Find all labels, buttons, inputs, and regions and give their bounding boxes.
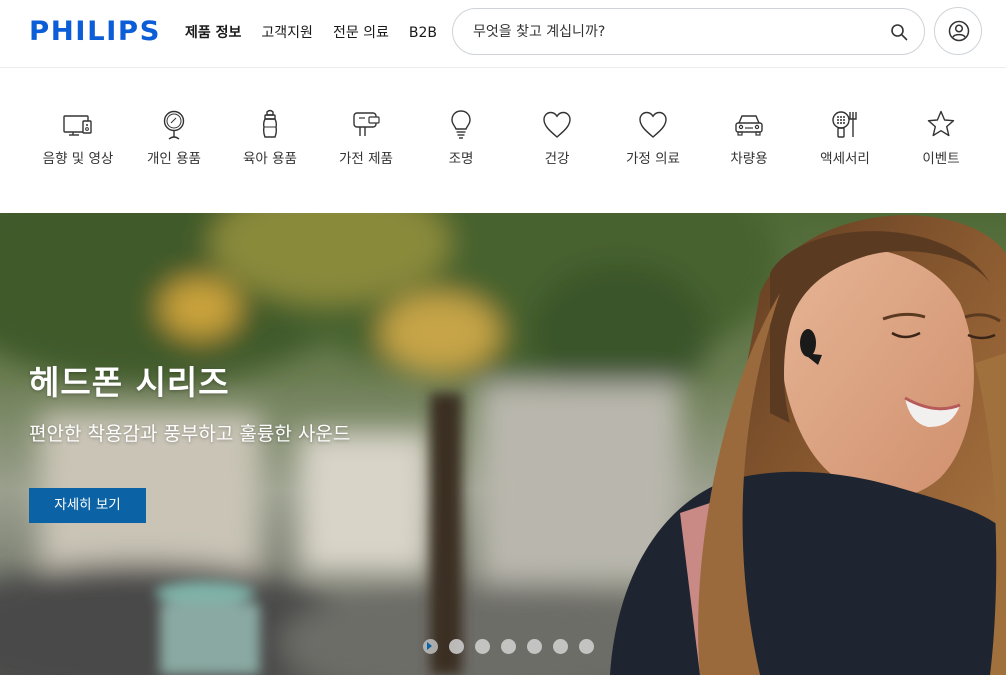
category-label: 액세서리 [820,151,870,167]
search-icon[interactable] [890,23,908,41]
baby-bottle-icon [262,109,278,138]
category-personal-care[interactable]: 개인 용품 [126,109,222,167]
category-baby-care[interactable]: 육아 용품 [222,109,318,167]
nav-professional[interactable]: 전문 의료 [333,24,389,42]
carousel-dot-5[interactable] [527,639,542,654]
main-nav: 제품 정보 고객지원 전문 의료 B2B [185,24,457,42]
category-audio-video[interactable]: 음향 및 영상 [30,109,126,167]
category-automotive[interactable]: 차량용 [701,109,797,167]
heart-icon [639,111,667,138]
category-label: 개인 용품 [147,151,201,167]
search-input[interactable] [473,21,873,43]
category-label: 조명 [448,151,474,167]
category-events[interactable]: 이벤트 [893,109,989,167]
category-label: 가정 의료 [626,151,680,167]
learn-more-button[interactable]: 자세히 보기 [29,488,146,523]
carousel-dot-4[interactable] [501,639,516,654]
nav-support[interactable]: 고객지원 [261,24,313,42]
category-bar: 음향 및 영상 개인 용품 육아 용품 가전 제품 조명 건강 가정 의료 차량… [0,69,1006,213]
category-label: 가전 제품 [339,151,393,167]
accessory-icon [832,111,857,138]
mixer-icon [353,112,380,136]
philips-logo[interactable]: PHILIPS [29,17,161,47]
category-label: 건강 [544,151,570,167]
account-button[interactable] [934,7,982,55]
category-label: 이벤트 [922,151,960,167]
category-accessories[interactable]: 액세서리 [797,109,893,167]
category-label: 차량용 [730,151,768,167]
carousel-dots [423,639,594,654]
mirror-icon [163,110,185,140]
carousel-dot-3[interactable] [475,639,490,654]
category-appliances[interactable]: 가전 제품 [318,109,414,167]
nav-products[interactable]: 제품 정보 [185,24,241,42]
category-lighting[interactable]: 조명 [413,109,509,167]
tv-icon [63,115,92,136]
site-header: PHILIPS 제품 정보 고객지원 전문 의료 B2B [0,0,1006,68]
category-home-medical[interactable]: 가정 의료 [605,109,701,167]
user-icon [948,20,970,42]
category-label: 음향 및 영상 [42,151,114,167]
carousel-dot-2[interactable] [449,639,464,654]
category-health[interactable]: 건강 [509,109,605,167]
hero-title: 헤드폰 시리즈 [29,363,230,402]
carousel-dot-7[interactable] [579,639,594,654]
category-label: 육아 용품 [243,151,297,167]
hero-subtitle: 편안한 착용감과 풍부하고 훌륭한 사운드 [29,423,351,445]
carousel-dot-1[interactable] [423,639,438,654]
search-box[interactable] [452,8,925,55]
hero-banner[interactable]: 헤드폰 시리즈 편안한 착용감과 풍부하고 훌륭한 사운드 자세히 보기 [0,213,1006,675]
nav-b2b[interactable]: B2B [409,24,437,42]
lightbulb-icon [451,110,471,139]
car-icon [735,115,763,136]
star-icon [927,110,955,137]
carousel-dot-6[interactable] [553,639,568,654]
heart-icon [543,111,571,138]
